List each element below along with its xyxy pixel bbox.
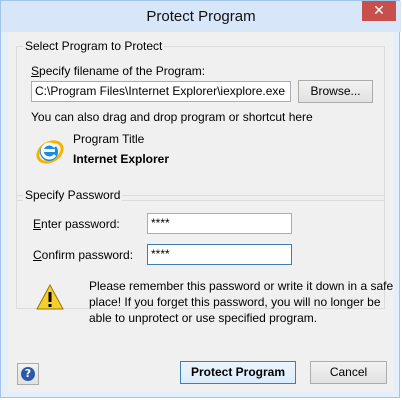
- enter-password-label: Enter password:: [33, 217, 120, 231]
- password-group-legend: Specify Password: [23, 188, 123, 202]
- help-button[interactable]: ?: [17, 363, 39, 385]
- enter-password-field[interactable]: ****: [147, 213, 292, 234]
- filename-label: Specify filename of the Program:: [31, 64, 206, 78]
- program-group-legend: Select Program to Protect: [23, 39, 165, 53]
- protect-program-dialog: Protect Program ✕ Select Program to Prot…: [0, 0, 401, 398]
- warning-icon: [36, 284, 64, 310]
- program-title-value: Internet Explorer: [73, 152, 170, 166]
- confirm-password-label: Confirm password:: [33, 248, 134, 262]
- close-icon: ✕: [373, 3, 385, 19]
- dialog-client-area: Select Program to Protect Specify filena…: [8, 32, 394, 392]
- protect-program-button[interactable]: Protect Program: [180, 361, 296, 384]
- browse-button[interactable]: Browse...: [298, 80, 373, 103]
- confirm-password-field[interactable]: ****: [147, 244, 292, 265]
- program-groupbox: Select Program to Protect Specify filena…: [16, 39, 385, 201]
- help-icon: ?: [21, 367, 35, 381]
- filename-input[interactable]: C:\Program Files\Internet Explorer\iexpl…: [31, 81, 291, 102]
- password-warning-text: Please remember this password or write i…: [89, 279, 394, 325]
- drag-drop-hint: You can also drag and drop program or sh…: [31, 110, 313, 124]
- window-title: Protect Program: [146, 8, 256, 25]
- program-title-label: Program Title: [73, 132, 145, 146]
- title-bar[interactable]: Protect Program ✕: [1, 1, 401, 32]
- cancel-button[interactable]: Cancel: [310, 361, 387, 384]
- close-button[interactable]: ✕: [362, 1, 396, 21]
- internet-explorer-icon: [36, 140, 64, 164]
- password-groupbox: Specify Password Enter password: **** Co…: [16, 188, 393, 325]
